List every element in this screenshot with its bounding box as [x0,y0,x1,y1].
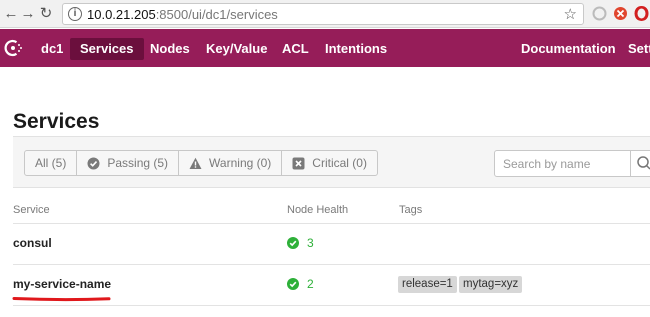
filter-critical-button[interactable]: Critical (0) [281,150,378,176]
search-icon [637,156,650,170]
header-divider [13,223,650,224]
filter-passing-label: Passing (5) [107,156,169,170]
nav-services[interactable]: Services [70,38,144,60]
opera-icon[interactable] [634,6,649,21]
reload-icon[interactable]: ↻ [37,4,55,24]
bookmark-star-icon[interactable]: ☆ [564,5,577,23]
annotation-underline [12,297,111,302]
warning-triangle-icon [189,157,202,169]
filter-critical-label: Critical (0) [312,156,367,170]
row-divider [13,264,650,265]
filter-bar: All (5) Passing (5) Warning (0) Critical… [13,136,650,188]
check-circle-icon [87,157,100,169]
main-navbar: dc1 Services Nodes Key/Value ACL Intenti… [0,29,650,67]
column-header-tags[interactable]: Tags [399,204,422,216]
forward-arrow-icon[interactable]: → [19,4,37,24]
critical-x-icon [292,157,305,169]
passing-count: 3 [307,236,314,250]
filter-passing-button[interactable]: Passing (5) [76,150,180,176]
back-arrow-icon[interactable]: ← [2,4,20,24]
service-name-link[interactable]: my-service-name [13,277,111,291]
nav-acl[interactable]: ACL [282,38,309,60]
datacenter-selector[interactable]: dc1 [41,38,63,60]
row-divider [13,305,650,306]
passing-check-icon [287,237,299,249]
search-button[interactable] [630,150,650,177]
passing-count: 2 [307,277,314,291]
nav-nodes[interactable]: Nodes [150,38,190,60]
address-bar[interactable]: i 10.0.21.205:8500/ui/dc1/services ☆ [62,3,584,25]
service-name-link[interactable]: consul [13,236,52,250]
nav-key-value[interactable]: Key/Value [206,38,267,60]
url-text: 10.0.21.205:8500/ui/dc1/services [87,7,278,22]
filter-warning-label: Warning (0) [209,156,272,170]
passing-check-icon [287,278,299,290]
nav-settings[interactable]: Settings [628,38,650,60]
column-header-service[interactable]: Service [13,204,50,216]
column-header-node-health[interactable]: Node Health [287,204,348,216]
status-filter-group: All (5) Passing (5) Warning (0) Critical… [24,150,378,176]
browser-toolbar: ← → ↻ i 10.0.21.205:8500/ui/dc1/services… [0,0,650,28]
nav-intentions[interactable]: Intentions [325,38,387,60]
search-input[interactable] [494,150,631,177]
consul-logo-icon[interactable] [3,38,23,58]
node-health-passing: 3 [287,236,314,250]
filter-all-label: All (5) [35,156,67,170]
page-title: Services [13,110,100,133]
filter-all-button[interactable]: All (5) [24,150,78,176]
blocker-extension-icon[interactable] [613,6,628,21]
extension-icon[interactable] [592,6,607,21]
service-tag: mytag=xyz [459,276,523,293]
node-health-passing: 2 [287,277,314,291]
filter-warning-button[interactable]: Warning (0) [178,150,283,176]
info-icon[interactable]: i [68,7,82,21]
service-tag: release=1 [398,276,457,293]
nav-documentation[interactable]: Documentation [521,38,616,60]
